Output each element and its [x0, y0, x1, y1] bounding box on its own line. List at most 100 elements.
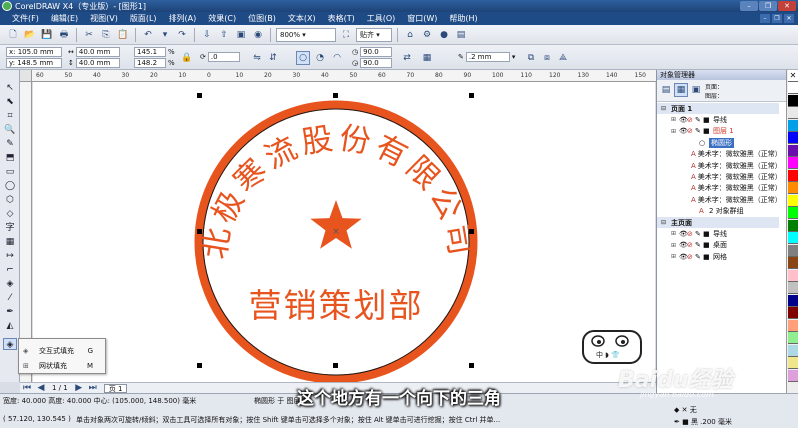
expand-toggle-icon[interactable]: ⊟	[661, 105, 669, 112]
export-icon[interactable]: ⇧	[217, 28, 231, 42]
vertical-ruler[interactable]	[20, 82, 32, 382]
table-tool-icon[interactable]: ▦	[3, 236, 17, 248]
edit-pencil-icon[interactable]: ✎	[695, 116, 703, 124]
to-back-icon[interactable]: ⧈	[540, 51, 554, 65]
visibility-eye-icon[interactable]: 👁	[679, 253, 688, 261]
color-swatch[interactable]	[788, 107, 798, 119]
color-swatch[interactable]	[788, 357, 798, 369]
width-field[interactable]: ↔ 40.0 mm	[68, 47, 120, 57]
menu-help[interactable]: 帮助(H)	[449, 13, 477, 24]
pie-mode-icon[interactable]: ◔	[313, 51, 327, 65]
visibility-eye-icon[interactable]: 👁	[679, 127, 688, 135]
undo-icon[interactable]: ↶	[141, 28, 155, 42]
color-swatch[interactable]	[788, 169, 798, 182]
ellipse-mode-icon[interactable]: ○	[296, 51, 310, 65]
mirror-vertical-icon[interactable]: ⇵	[266, 51, 280, 65]
selection-handle[interactable]	[197, 229, 202, 234]
selection-handle[interactable]	[197, 93, 202, 98]
menu-table[interactable]: 表格(T)	[328, 13, 355, 24]
color-swatch[interactable]	[788, 182, 798, 194]
expand-toggle-icon[interactable]: ⊞	[671, 116, 679, 123]
layer-node[interactable]: ⊞ 👁 ⊘ ✎ ■ 网格	[657, 251, 779, 262]
dimension-tool-icon[interactable]: ↦	[3, 250, 17, 262]
zoom-tool-icon[interactable]: 🔍	[3, 124, 17, 136]
selection-handle[interactable]	[469, 363, 474, 368]
expand-toggle-icon[interactable]: ⊞	[671, 253, 679, 260]
color-swatch[interactable]	[788, 244, 798, 257]
visibility-eye-icon[interactable]: 👁	[679, 116, 688, 124]
freehand-tool-icon[interactable]: ✎	[3, 138, 17, 150]
menu-view[interactable]: 视图(V)	[90, 13, 118, 24]
outline-width-select[interactable]: ✎ .2 mm ▾	[458, 52, 515, 62]
selection-handle[interactable]	[469, 93, 474, 98]
height-field[interactable]: ↕ 40.0 mm	[68, 58, 120, 68]
menu-edit[interactable]: 编辑(E)	[51, 13, 78, 24]
coreldraw-app-icon[interactable]	[2, 1, 12, 11]
expand-toggle-icon[interactable]: ⊞	[671, 242, 679, 249]
print-icon[interactable]: 🖶	[57, 28, 71, 42]
crop-tool-icon[interactable]: ⌗	[3, 110, 17, 122]
welcome-screen-icon[interactable]: ⌂	[403, 28, 417, 42]
save-icon[interactable]: 💾	[40, 28, 54, 42]
close-button[interactable]: ✕	[778, 1, 796, 11]
smart-fill-tool-icon[interactable]: ⬒	[3, 152, 17, 164]
to-front-icon[interactable]: ⧉	[524, 51, 538, 65]
edit-pencil-icon[interactable]: ✎	[695, 230, 703, 238]
selection-handle[interactable]	[333, 93, 338, 98]
import-icon[interactable]: ⇩	[200, 28, 214, 42]
mesh-fill-menu-item[interactable]: ⊞ 网状填充 M	[19, 358, 105, 373]
minimize-button[interactable]: –	[740, 1, 758, 11]
application-launcher-icon[interactable]: ▣	[234, 28, 248, 42]
seal-star[interactable]	[310, 200, 362, 249]
shape-tool-icon[interactable]: ⬉	[3, 96, 17, 108]
menu-arrange[interactable]: 排列(A)	[169, 13, 197, 24]
layer-node[interactable]: ⊞ 👁 ⊘ ✎ ■ 导线	[657, 114, 779, 125]
menu-text[interactable]: 文本(X)	[288, 13, 316, 24]
layer-node[interactable]: ⊞ 👁 ⊘ ✎ ■ 导线	[657, 228, 779, 239]
fill-tool-icon[interactable]: ◭	[3, 320, 17, 332]
selection-handle[interactable]	[197, 363, 202, 368]
edit-pencil-icon[interactable]: ✎	[695, 241, 703, 249]
object-node[interactable]: ○ 椭圆形	[657, 137, 779, 148]
ellipse-tool-icon[interactable]: ◯	[3, 180, 17, 192]
page-node[interactable]: ⊟ 页面 1	[657, 103, 779, 114]
menu-layout[interactable]: 版面(L)	[130, 13, 157, 24]
color-swatch[interactable]	[788, 269, 798, 282]
print-toggle-icon[interactable]: ⊘	[687, 253, 695, 261]
edit-pencil-icon[interactable]: ✎	[695, 127, 703, 135]
edit-across-layers-icon[interactable]: ▦	[674, 83, 688, 97]
open-folder-icon[interactable]: 📂	[23, 28, 37, 42]
scale-y-field[interactable]: 148.2%	[134, 58, 175, 68]
y-position-field[interactable]: y: 148.5 mm	[6, 58, 62, 68]
rectangle-tool-icon[interactable]: ▭	[3, 166, 17, 178]
lock-ratio-icon[interactable]: 🔒	[180, 51, 194, 65]
color-swatch[interactable]	[788, 132, 798, 144]
interactive-fill-menu-item[interactable]: ◈ 交互式填充 G	[19, 343, 105, 358]
x-position-field[interactable]: x: 105.0 mm	[6, 47, 62, 57]
object-manager-icon[interactable]: ▤	[454, 28, 468, 42]
color-swatch[interactable]	[788, 207, 798, 219]
color-swatch[interactable]	[788, 119, 798, 132]
doc-minimize-button[interactable]: –	[760, 14, 770, 23]
visibility-eye-icon[interactable]: 👁	[679, 241, 688, 249]
basic-shapes-tool-icon[interactable]: ◇	[3, 208, 17, 220]
direction-toggle-icon[interactable]: ⇄	[400, 51, 414, 65]
color-swatch[interactable]	[788, 282, 798, 294]
text-tool-icon[interactable]: 字	[3, 222, 17, 234]
pick-tool-icon[interactable]: ↖	[3, 82, 17, 94]
outline-pen-tool-icon[interactable]: ✒	[3, 306, 17, 318]
polygon-tool-icon[interactable]: ⬡	[3, 194, 17, 206]
selection-handle[interactable]	[333, 363, 338, 368]
expand-toggle-icon[interactable]: ⊞	[671, 230, 679, 237]
print-toggle-icon[interactable]: ⊘	[687, 241, 695, 249]
page-node[interactable]: ⊟ 主页面	[657, 217, 779, 228]
copy-icon[interactable]: ⎘	[99, 28, 113, 42]
color-swatch[interactable]	[788, 82, 798, 94]
object-node[interactable]: A 美术字：微软雅黑（正常）	[657, 171, 779, 182]
end-angle-field[interactable]: ◶ 90.0	[352, 58, 393, 68]
connector-tool-icon[interactable]: ⌐	[3, 264, 17, 276]
object-node[interactable]: A 美术字：微软雅黑（正常）	[657, 183, 779, 194]
color-swatch[interactable]	[788, 257, 798, 269]
wrap-text-icon[interactable]: ▦	[420, 51, 434, 65]
color-swatch[interactable]	[788, 94, 798, 107]
